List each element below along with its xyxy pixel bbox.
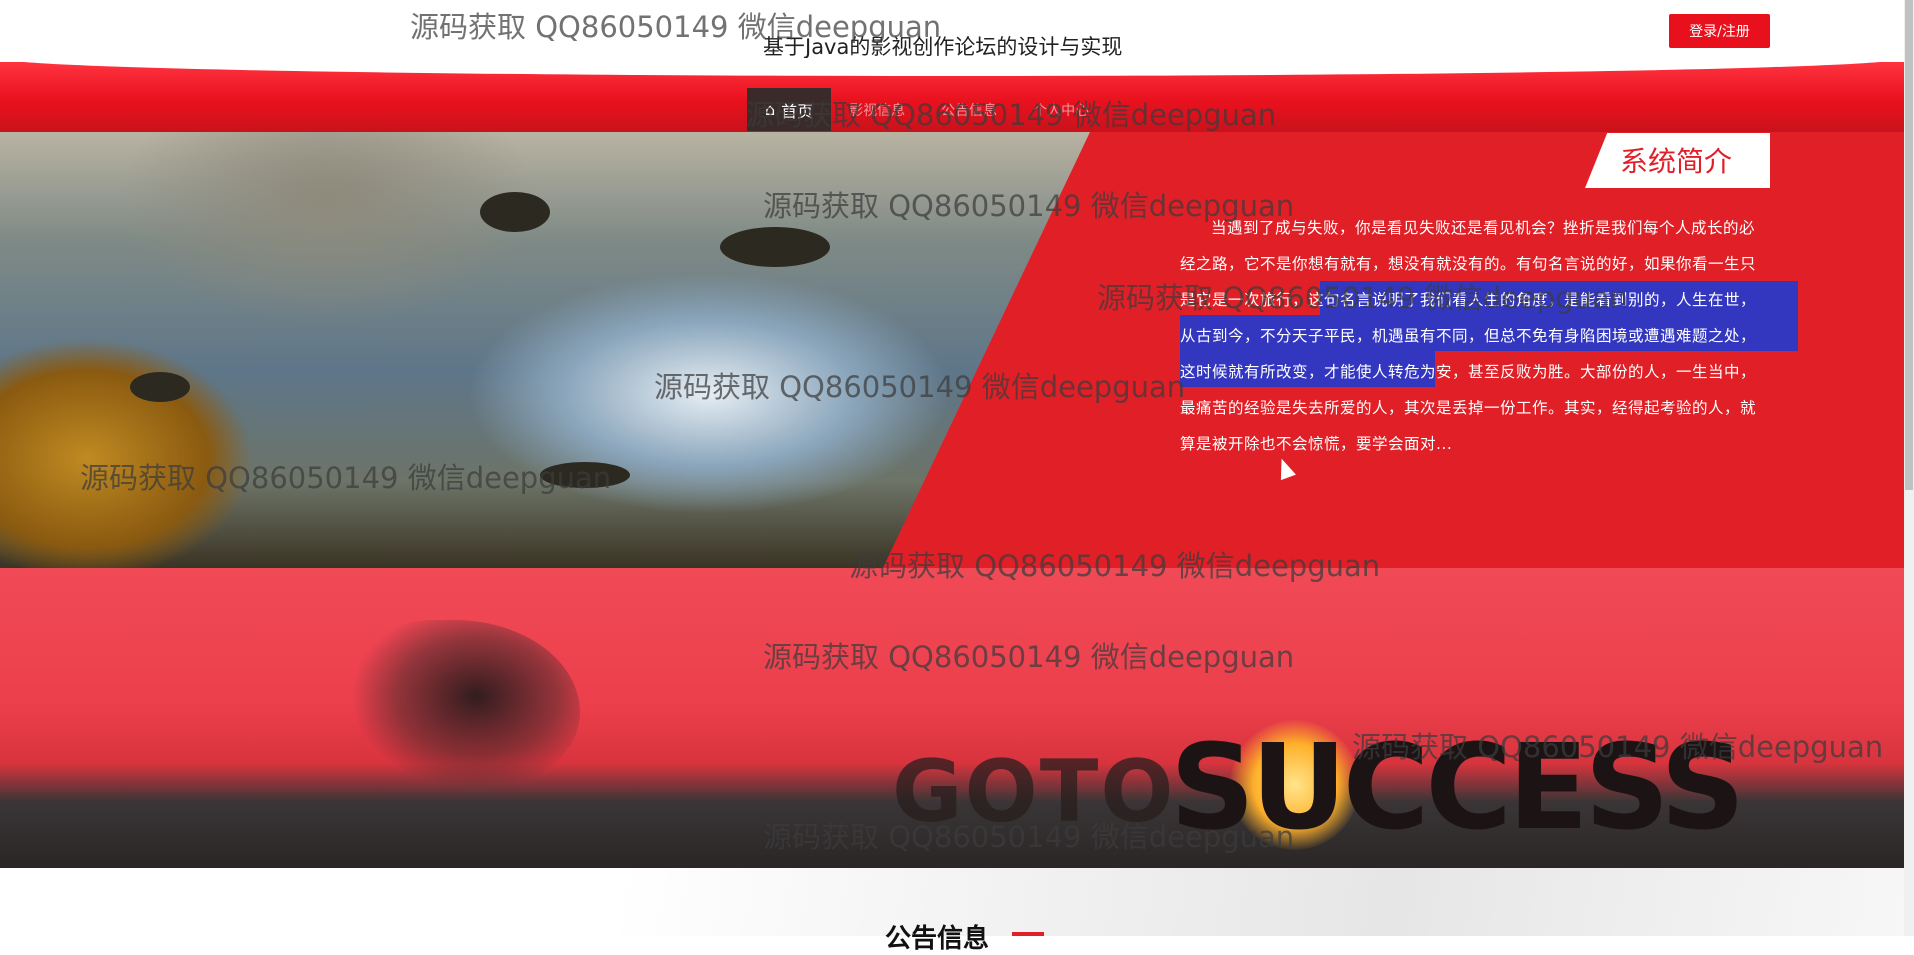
nav-item-notice-info-label: 公告信息 [941,102,998,119]
nav-item-notice-info[interactable]: 公告信息 [923,88,1015,131]
notice-section-title: 公告信息 [885,924,990,954]
nav-item-movie-info-label: 影视信息 [849,102,906,119]
notice-section-background [620,868,1904,936]
intro-title: 系统简介 [1620,145,1733,178]
nav-item-movie-info[interactable]: 影视信息 [831,88,923,131]
home-icon: ⌂ [765,100,776,119]
coastline-photo [0,132,1090,568]
nav-item-home-label: 首页 [781,101,814,121]
banner-success-text: SUCCESS [1170,718,1745,856]
main-nav: ⌂ 首页 影视信息 公告信息 个人中心 [747,88,1107,131]
nav-item-home[interactable]: ⌂ 首页 [747,88,832,131]
rock-shape [130,372,190,402]
site-title: 基于Java的影视创作论坛的设计与实现 [763,35,1123,59]
notice-title-accent [1012,932,1044,936]
banner-goto-text: GOTO [892,742,1176,842]
rock-shape [720,227,830,267]
nav-item-personal-center-label: 个人中心 [1033,102,1090,119]
site-header: 基于Java的影视创作论坛的设计与实现 登录/注册 [0,0,1904,64]
nav-item-personal-center[interactable]: 个人中心 [1015,88,1107,131]
rock-shape [540,462,630,488]
intro-body: 当遇到了成与失败，你是看见失败还是看见机会？挫折是我们每个人成长的必经之路，它不… [1180,219,1757,453]
scrollbar-thumb[interactable] [1905,0,1913,490]
login-register-button[interactable]: 登录/注册 [1669,14,1770,48]
rock-shape [480,192,550,232]
